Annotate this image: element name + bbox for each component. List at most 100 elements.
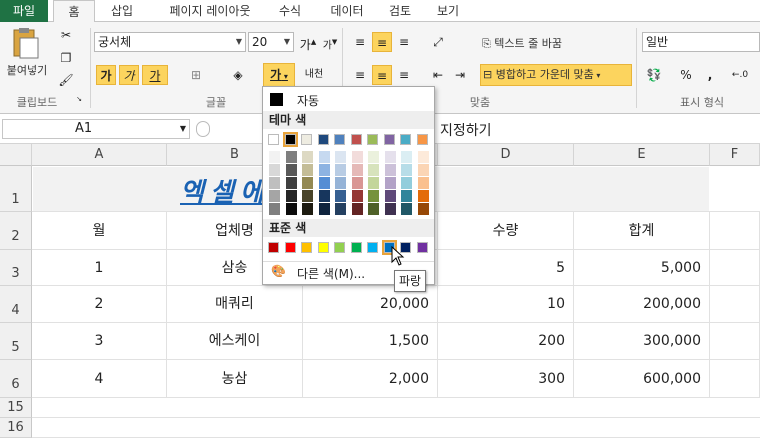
- table-cell[interactable]: 5,000: [574, 250, 710, 286]
- align-right-icon[interactable]: ≡: [394, 65, 414, 85]
- row-header-1[interactable]: 1: [0, 166, 32, 212]
- standard-color-swatch[interactable]: [284, 242, 296, 253]
- theme-tint-swatch[interactable]: [302, 151, 313, 163]
- tab-page-layout[interactable]: 페이지 레이아웃: [150, 0, 270, 22]
- theme-tint-swatch[interactable]: [318, 190, 330, 202]
- theme-tint-swatch[interactable]: [335, 177, 346, 189]
- theme-tint-swatch[interactable]: [269, 190, 280, 202]
- theme-tint-swatch[interactable]: [335, 164, 346, 176]
- theme-tint-swatch[interactable]: [384, 177, 396, 189]
- theme-tint-swatch[interactable]: [401, 164, 412, 176]
- row-header-16[interactable]: 16: [0, 418, 32, 438]
- theme-color-swatch[interactable]: [416, 134, 428, 145]
- formula-bar-resize-handle[interactable]: [196, 121, 210, 137]
- theme-tint-swatch[interactable]: [401, 190, 412, 202]
- table-cell[interactable]: 10: [438, 286, 574, 323]
- theme-tint-swatch[interactable]: [335, 203, 346, 215]
- standard-color-swatch[interactable]: [301, 242, 312, 253]
- row-header-5[interactable]: 5: [0, 323, 32, 360]
- theme-tint-swatch[interactable]: [302, 164, 313, 176]
- empty-cell[interactable]: [710, 250, 760, 286]
- clipboard-launcher-icon[interactable]: ↘: [74, 94, 84, 104]
- row-header-2[interactable]: 2: [0, 212, 32, 250]
- theme-color-swatch[interactable]: [282, 132, 298, 147]
- theme-color-swatch[interactable]: [400, 134, 411, 145]
- theme-tint-swatch[interactable]: [318, 164, 330, 176]
- theme-tint-swatch[interactable]: [384, 151, 396, 163]
- table-cell[interactable]: 2: [32, 286, 167, 323]
- standard-color-swatch[interactable]: [334, 242, 345, 253]
- table-cell[interactable]: 4: [32, 360, 167, 398]
- theme-tint-swatch[interactable]: [335, 151, 346, 163]
- table-cell[interactable]: 300: [438, 360, 574, 398]
- theme-color-swatch[interactable]: [367, 134, 378, 145]
- tab-insert[interactable]: 삽입: [100, 0, 144, 22]
- theme-tint-swatch[interactable]: [401, 177, 412, 189]
- empty-cell[interactable]: [710, 212, 760, 250]
- theme-color-swatch[interactable]: [334, 134, 345, 145]
- table-cell[interactable]: 1: [32, 250, 167, 286]
- theme-tint-swatch[interactable]: [417, 203, 429, 215]
- align-middle-icon[interactable]: ≡: [372, 32, 392, 52]
- empty-row-15[interactable]: [32, 398, 760, 418]
- table-cell[interactable]: 200: [438, 323, 574, 360]
- increase-indent-icon[interactable]: ⇥: [450, 65, 470, 85]
- theme-tint-swatch[interactable]: [417, 190, 429, 202]
- empty-cell[interactable]: [710, 360, 760, 398]
- table-cell[interactable]: 3: [32, 323, 167, 360]
- column-header-f[interactable]: F: [710, 144, 760, 166]
- theme-tint-swatch[interactable]: [351, 190, 363, 202]
- merge-center-button[interactable]: ⊟ 병합하고 가운데 맞춤 ▾: [480, 64, 632, 86]
- align-center-icon[interactable]: ≡: [372, 65, 392, 85]
- underline-button[interactable]: 가: [142, 65, 168, 85]
- currency-icon[interactable]: 💱: [644, 65, 664, 85]
- empty-cell[interactable]: [710, 323, 760, 360]
- formula-text[interactable]: 지정하기: [440, 120, 492, 140]
- theme-tint-swatch[interactable]: [285, 151, 297, 163]
- table-cell[interactable]: 농삼: [167, 360, 303, 398]
- paste-button[interactable]: [10, 26, 40, 60]
- theme-tint-swatch[interactable]: [302, 203, 313, 215]
- theme-tint-swatch[interactable]: [302, 177, 313, 189]
- theme-tint-swatch[interactable]: [351, 151, 363, 163]
- table-cell[interactable]: 300,000: [574, 323, 710, 360]
- theme-tint-swatch[interactable]: [318, 203, 330, 215]
- column-header-d[interactable]: D: [438, 144, 574, 166]
- theme-tint-swatch[interactable]: [351, 164, 363, 176]
- theme-color-swatch[interactable]: [268, 134, 279, 145]
- theme-tint-swatch[interactable]: [335, 190, 346, 202]
- theme-tint-swatch[interactable]: [368, 203, 379, 215]
- row-header-4[interactable]: 4: [0, 286, 32, 323]
- theme-tint-swatch[interactable]: [269, 164, 280, 176]
- orientation-icon[interactable]: ⤢: [428, 32, 448, 52]
- theme-tint-swatch[interactable]: [417, 164, 429, 176]
- table-cell[interactable]: 1,500: [303, 323, 438, 360]
- theme-tint-swatch[interactable]: [318, 151, 330, 163]
- border-icon[interactable]: ⊞: [186, 65, 206, 85]
- table-cell[interactable]: 에스케이: [167, 323, 303, 360]
- italic-button[interactable]: 가: [119, 65, 139, 85]
- percent-button[interactable]: %: [676, 65, 696, 85]
- format-painter-icon[interactable]: 🖌: [56, 70, 76, 90]
- theme-tint-swatch[interactable]: [285, 164, 297, 176]
- theme-tint-swatch[interactable]: [269, 151, 280, 163]
- standard-color-swatch[interactable]: [416, 242, 428, 253]
- theme-color-swatch[interactable]: [383, 134, 395, 145]
- theme-tint-swatch[interactable]: [368, 190, 379, 202]
- table-cell[interactable]: 200,000: [574, 286, 710, 323]
- row-header-3[interactable]: 3: [0, 250, 32, 286]
- theme-tint-swatch[interactable]: [368, 164, 379, 176]
- copy-icon[interactable]: ❐: [56, 48, 76, 68]
- table-cell[interactable]: 5: [438, 250, 574, 286]
- theme-color-swatch[interactable]: [317, 134, 329, 145]
- font-color-button[interactable]: 가 ▾: [263, 63, 295, 87]
- standard-color-swatch[interactable]: [350, 242, 362, 253]
- table-cell[interactable]: 매쿼리: [167, 286, 303, 323]
- tab-data[interactable]: 데이터: [320, 0, 374, 22]
- tab-file[interactable]: 파일: [0, 0, 48, 22]
- fill-color-icon[interactable]: ◈: [228, 65, 248, 85]
- align-left-icon[interactable]: ≡: [350, 65, 370, 85]
- align-top-icon[interactable]: ≡: [350, 32, 370, 52]
- select-all-corner[interactable]: [0, 144, 32, 166]
- standard-color-swatch[interactable]: [317, 242, 329, 253]
